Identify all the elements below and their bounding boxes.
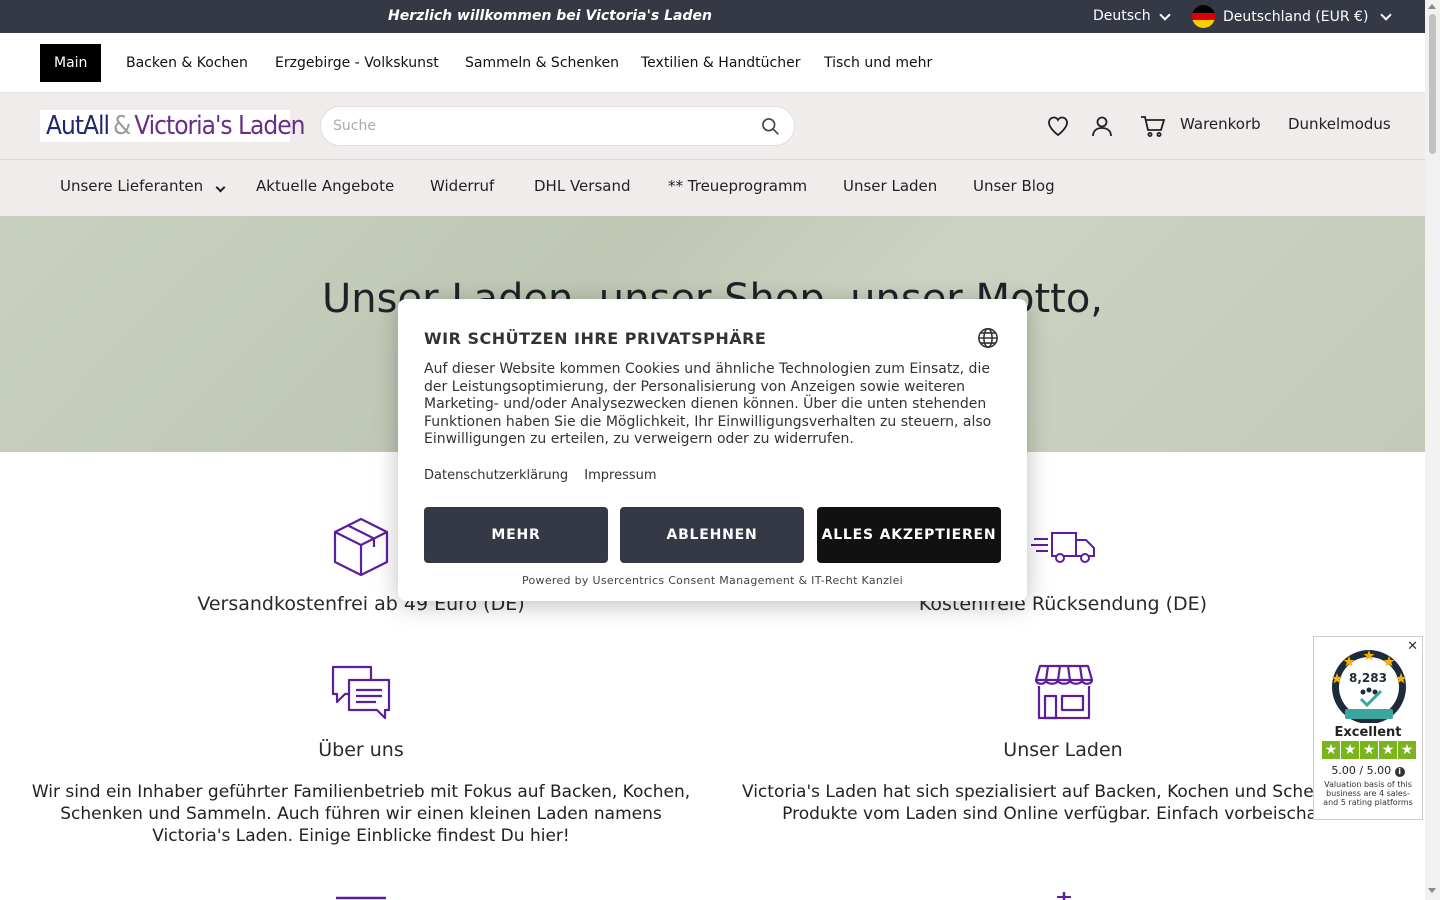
nav-widerruf[interactable]: Widerruf xyxy=(430,177,494,195)
cart-icon[interactable] xyxy=(1140,114,1166,138)
cookie-consent-dialog: WIR SCHÜTZEN IHRE PRIVATSPHÄRE Auf diese… xyxy=(398,299,1027,601)
logo-part2: Victoria's Laden xyxy=(134,111,305,141)
country-selector[interactable]: Deutschland (EUR €) xyxy=(1192,0,1393,33)
delivery-truck-icon xyxy=(1031,532,1095,563)
logo-ampersand: & xyxy=(113,111,131,141)
rating-score: 5.00 / 5.00 i xyxy=(1314,764,1422,777)
star-icon: ★ xyxy=(1360,741,1378,759)
star-icon: ★ xyxy=(1398,741,1416,759)
consent-body: Auf dieser Website kommen Cookies und äh… xyxy=(424,361,992,448)
privacy-policy-link[interactable]: Datenschutzerklärung xyxy=(424,468,568,483)
globe-icon[interactable] xyxy=(977,327,999,349)
language-selector[interactable]: Deutsch xyxy=(1093,0,1171,33)
logo-part1: AutAll xyxy=(46,111,110,141)
star-rating: ★ ★ ★ ★ ★ xyxy=(1322,741,1416,759)
review-count: 8,283 xyxy=(1349,671,1387,685)
germany-flag-icon xyxy=(1192,5,1215,28)
heart-icon[interactable] xyxy=(1046,114,1070,138)
site-header: AutAll & Victoria's Laden Warenkorb Dunk… xyxy=(0,93,1425,160)
nav-aktuelle-angebote[interactable]: Aktuelle Angebote xyxy=(256,177,394,195)
about-text: Wir sind ein Inhaber geführter Familienb… xyxy=(31,782,691,846)
star-icon: ★ xyxy=(1322,741,1340,759)
chevron-down-icon xyxy=(1158,8,1171,21)
category-textilien[interactable]: Textilien & Handtücher xyxy=(627,44,814,82)
more-button[interactable]: MEHR xyxy=(424,507,608,563)
darkmode-toggle[interactable]: Dunkelmodus xyxy=(1288,115,1391,133)
category-nav: Main Backen & Kochen Erzgebirge - Volksk… xyxy=(0,33,1425,93)
chevron-down-icon xyxy=(1380,8,1393,21)
package-icon xyxy=(333,517,389,577)
nav-unsere-lieferanten[interactable]: Unsere Lieferanten xyxy=(60,177,226,195)
powered-by-text: Powered by Usercentrics Consent Manageme… xyxy=(521,574,904,587)
star-icon: ★ xyxy=(1341,741,1359,759)
announcement-bar: Herzlich willkommen bei Victoria's Laden… xyxy=(0,0,1425,33)
scrollbar-thumb[interactable] xyxy=(1429,14,1436,154)
search-box xyxy=(320,106,795,146)
partial-icon xyxy=(1057,892,1071,900)
partial-icon xyxy=(336,896,386,900)
nav-unser-laden[interactable]: Unser Laden xyxy=(843,177,937,195)
nav-unser-blog[interactable]: Unser Blog xyxy=(973,177,1055,195)
search-input[interactable] xyxy=(321,107,741,145)
decline-button[interactable]: ABLEHNEN xyxy=(620,507,804,563)
scroll-up-arrow-icon[interactable] xyxy=(1428,4,1436,9)
nav-label: Unsere Lieferanten xyxy=(60,177,204,195)
nav-dhl-versand[interactable]: DHL Versand xyxy=(534,177,630,195)
trust-seal-icon xyxy=(1331,650,1407,723)
storefront-icon xyxy=(1034,664,1094,720)
category-tisch[interactable]: Tisch und mehr xyxy=(810,44,946,82)
consent-links: Datenschutzerklärung Impressum xyxy=(424,468,669,483)
score-text: 5.00 / 5.00 xyxy=(1331,764,1392,777)
language-label: Deutsch xyxy=(1093,8,1151,24)
cart-link[interactable]: Warenkorb xyxy=(1180,115,1261,133)
search-icon[interactable] xyxy=(760,116,780,136)
user-icon[interactable] xyxy=(1090,114,1114,138)
scrollbar[interactable] xyxy=(1425,0,1440,900)
imprint-link[interactable]: Impressum xyxy=(584,468,656,483)
category-backen-kochen[interactable]: Backen & Kochen xyxy=(112,44,262,82)
trustami-badge[interactable]: ✕ 8,283 Excellent ★ ★ ★ ★ ★ 5.00 / 5.00 … xyxy=(1313,636,1423,820)
scroll-down-arrow-icon[interactable] xyxy=(1428,888,1436,893)
category-main[interactable]: Main xyxy=(40,44,102,82)
accept-all-button[interactable]: ALLES AKZEPTIEREN xyxy=(817,507,1001,563)
rating-word: Excellent xyxy=(1334,725,1402,740)
chevron-down-icon xyxy=(215,182,226,193)
shop-text: Victoria's Laden hat sich spezialisiert … xyxy=(741,782,1397,824)
nav-treueprogramm[interactable]: ** Treueprogramm xyxy=(668,177,807,195)
site-logo[interactable]: AutAll & Victoria's Laden xyxy=(40,110,305,142)
star-icon: ★ xyxy=(1379,741,1397,759)
rating-basis-text: Valuation basis of this business are 4 s… xyxy=(1323,780,1413,807)
chat-bubbles-icon xyxy=(331,665,391,720)
about-title: Über uns xyxy=(318,739,404,761)
category-sammeln-schenken[interactable]: Sammeln & Schenken xyxy=(451,44,633,82)
category-erzgebirge[interactable]: Erzgebirge - Volkskunst xyxy=(261,44,453,82)
shop-title: Unser Laden xyxy=(1003,739,1123,761)
main-nav: Unsere Lieferanten Aktuelle Angebote Wid… xyxy=(0,160,1425,216)
country-label: Deutschland (EUR €) xyxy=(1223,8,1369,25)
welcome-text: Herzlich willkommen bei Victoria's Laden xyxy=(388,8,712,24)
consent-title: WIR SCHÜTZEN IHRE PRIVATSPHÄRE xyxy=(424,329,767,348)
info-icon[interactable]: i xyxy=(1394,767,1405,777)
